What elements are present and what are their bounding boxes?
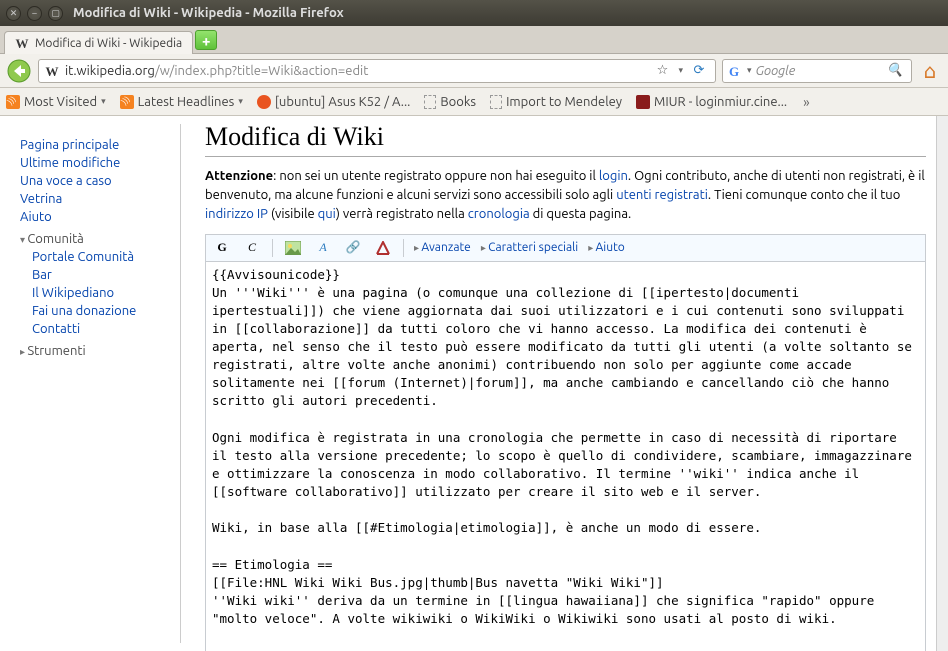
toolbar-advanced[interactable]: Avanzate: [414, 241, 471, 254]
tab-label: Modifica di Wiki - Wikipedia: [35, 37, 182, 50]
sidebar: Pagina principale Ultime modifiche Una v…: [0, 116, 180, 651]
vertical-scrollbar[interactable]: [936, 116, 948, 651]
editor-toolbar: G C A 🔗 Avanzate Caratteri speciali Aiut…: [205, 234, 926, 262]
history-link[interactable]: cronologia: [468, 207, 530, 221]
ip-visible-link[interactable]: qui: [318, 207, 336, 221]
chevron-down-icon: ▾: [101, 96, 106, 107]
search-submit-icon[interactable]: 🔍: [885, 61, 905, 81]
sidebar-tools-heading[interactable]: Strumenti: [20, 338, 168, 360]
link-button[interactable]: 🔗: [343, 238, 363, 258]
bookmark-most-visited[interactable]: Most Visited ▾: [6, 95, 106, 109]
sidebar-bar[interactable]: Bar: [32, 266, 168, 284]
page-content: Pagina principale Ultime modifiche Una v…: [0, 116, 948, 651]
back-button[interactable]: [6, 58, 32, 84]
bold-button[interactable]: G: [212, 238, 232, 258]
rss-icon: [120, 95, 134, 109]
bookmark-books[interactable]: Books: [424, 95, 476, 109]
reload-button[interactable]: ⟳: [689, 61, 709, 81]
sidebar-donate[interactable]: Fai una donazione: [32, 302, 168, 320]
sidebar-random[interactable]: Una voce a caso: [20, 172, 168, 190]
toolbar-separator: [403, 239, 404, 257]
window-minimize-button[interactable]: –: [27, 6, 42, 21]
home-button[interactable]: ⌂: [918, 59, 942, 83]
nav-toolbar: W it.wikipedia.org/w/index.php?title=Wik…: [0, 54, 948, 88]
browser-tab[interactable]: W Modifica di Wiki - Wikipedia: [4, 31, 193, 54]
toolbar-separator: [272, 239, 273, 257]
anon-edit-notice: Attenzione: non sei un utente registrato…: [205, 167, 926, 224]
tab-strip: W Modifica di Wiki - Wikipedia +: [0, 26, 948, 54]
chevron-down-icon: ▾: [238, 96, 243, 107]
sidebar-contacts[interactable]: Contatti: [32, 320, 168, 338]
toolbar-special-chars[interactable]: Caratteri speciali: [481, 241, 578, 254]
sidebar-vetrina[interactable]: Vetrina: [20, 190, 168, 208]
page-icon: [424, 95, 436, 109]
google-icon: G: [729, 64, 743, 78]
bookmarks-toolbar: Most Visited ▾ Latest Headlines ▾ [ubunt…: [0, 88, 948, 116]
main-area: Modifica di Wiki Attenzione: non sei un …: [181, 116, 936, 651]
sidebar-community-portal[interactable]: Portale Comunità: [32, 248, 168, 266]
sidebar-recent-changes[interactable]: Ultime modifiche: [20, 154, 168, 172]
back-arrow-icon: [7, 59, 31, 83]
tab-favicon: W: [15, 36, 29, 50]
search-engine-dropdown-icon[interactable]: ▾: [747, 65, 752, 76]
window-maximize-button[interactable]: ▢: [48, 6, 63, 21]
sidebar-main-page[interactable]: Pagina principale: [20, 136, 168, 154]
new-tab-button[interactable]: +: [195, 30, 217, 50]
rss-icon: [6, 95, 20, 109]
bookmarks-overflow-button[interactable]: »: [801, 94, 812, 110]
reference-button[interactable]: [373, 238, 393, 258]
page-title: Modifica di Wiki: [205, 122, 926, 157]
window-close-button[interactable]: ✕: [6, 6, 21, 21]
search-placeholder: Google: [756, 64, 881, 78]
italic-button[interactable]: C: [242, 238, 262, 258]
window-titlebar: ✕ – ▢ Modifica di Wiki - Wikipedia - Moz…: [0, 0, 948, 26]
url-bar[interactable]: W it.wikipedia.org/w/index.php?title=Wik…: [38, 59, 716, 83]
url-text: it.wikipedia.org/w/index.php?title=Wiki&…: [65, 64, 646, 78]
bookmark-import-mendeley[interactable]: Import to Mendeley: [490, 95, 622, 109]
bookmark-ubuntu-asus[interactable]: [ubuntu] Asus K52 / A...: [257, 95, 411, 109]
window-title: Modifica di Wiki - Wikipedia - Mozilla F…: [73, 6, 344, 20]
url-dropdown-icon[interactable]: ▾: [678, 65, 683, 76]
signature-button[interactable]: A: [313, 238, 333, 258]
search-bar[interactable]: G ▾ Google 🔍: [722, 59, 912, 83]
toolbar-help[interactable]: Aiuto: [588, 241, 625, 254]
bookmark-star-icon[interactable]: ☆: [652, 61, 672, 81]
login-link[interactable]: login: [599, 169, 628, 183]
bookmark-miur[interactable]: MIUR - loginmiur.cine...: [636, 95, 787, 109]
notice-bold: Attenzione: [205, 169, 273, 183]
page-icon: [490, 95, 502, 109]
sidebar-help[interactable]: Aiuto: [20, 208, 168, 226]
miur-icon: [636, 95, 650, 109]
bookmark-latest-headlines[interactable]: Latest Headlines ▾: [120, 95, 243, 109]
sidebar-community-heading[interactable]: Comunità: [20, 226, 168, 248]
wikitext-editor[interactable]: [205, 262, 926, 651]
insert-image-button[interactable]: [283, 238, 303, 258]
ubuntu-icon: [257, 95, 271, 109]
registered-users-link[interactable]: utenti registrati: [616, 188, 708, 202]
sidebar-wikipediano[interactable]: Il Wikipediano: [32, 284, 168, 302]
ip-address-link[interactable]: indirizzo IP: [205, 207, 268, 221]
url-favicon: W: [45, 64, 59, 78]
